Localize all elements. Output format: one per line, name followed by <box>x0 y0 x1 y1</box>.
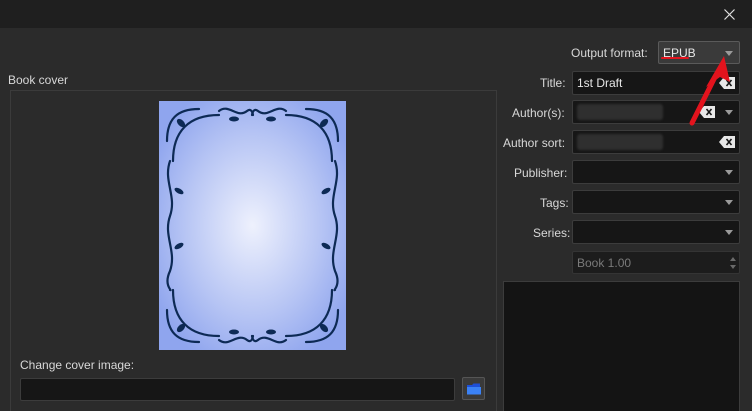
authors-label: Author(s): <box>512 106 565 120</box>
cover-path-input[interactable] <box>20 378 455 401</box>
output-format-label: Output format: <box>571 46 648 60</box>
series-index-value: Book 1.00 <box>577 256 632 270</box>
book-cover-image[interactable] <box>159 101 346 350</box>
title-bar <box>0 0 752 28</box>
series-label: Series: <box>533 226 571 240</box>
spin-arrows-icon[interactable] <box>727 252 739 274</box>
redacted-authors <box>577 104 663 120</box>
chevron-down-icon[interactable] <box>719 221 739 243</box>
series-combobox[interactable] <box>572 220 740 244</box>
close-button[interactable] <box>706 0 752 28</box>
tags-combobox[interactable] <box>572 190 740 214</box>
annotation-arrow <box>689 56 730 126</box>
series-index-spinbox[interactable]: Book 1.00 <box>572 251 740 274</box>
browse-cover-button[interactable] <box>462 377 485 400</box>
author-sort-input[interactable] <box>572 130 740 154</box>
redacted-author-sort <box>577 134 663 150</box>
comments-editor[interactable] <box>503 281 740 411</box>
publisher-label: Publisher: <box>514 166 568 180</box>
chevron-down-icon[interactable] <box>719 191 739 213</box>
author-sort-label: Author sort: <box>503 136 566 150</box>
tags-label: Tags: <box>540 196 569 210</box>
book-cover-label: Book cover <box>8 73 69 87</box>
clear-icon[interactable] <box>719 136 735 148</box>
folder-icon <box>466 383 481 394</box>
title-label: Title: <box>540 76 566 90</box>
title-value: 1st Draft <box>577 76 623 90</box>
change-cover-label: Change cover image: <box>20 358 135 372</box>
chevron-down-icon[interactable] <box>719 161 739 183</box>
close-icon <box>723 8 735 20</box>
publisher-combobox[interactable] <box>572 160 740 184</box>
